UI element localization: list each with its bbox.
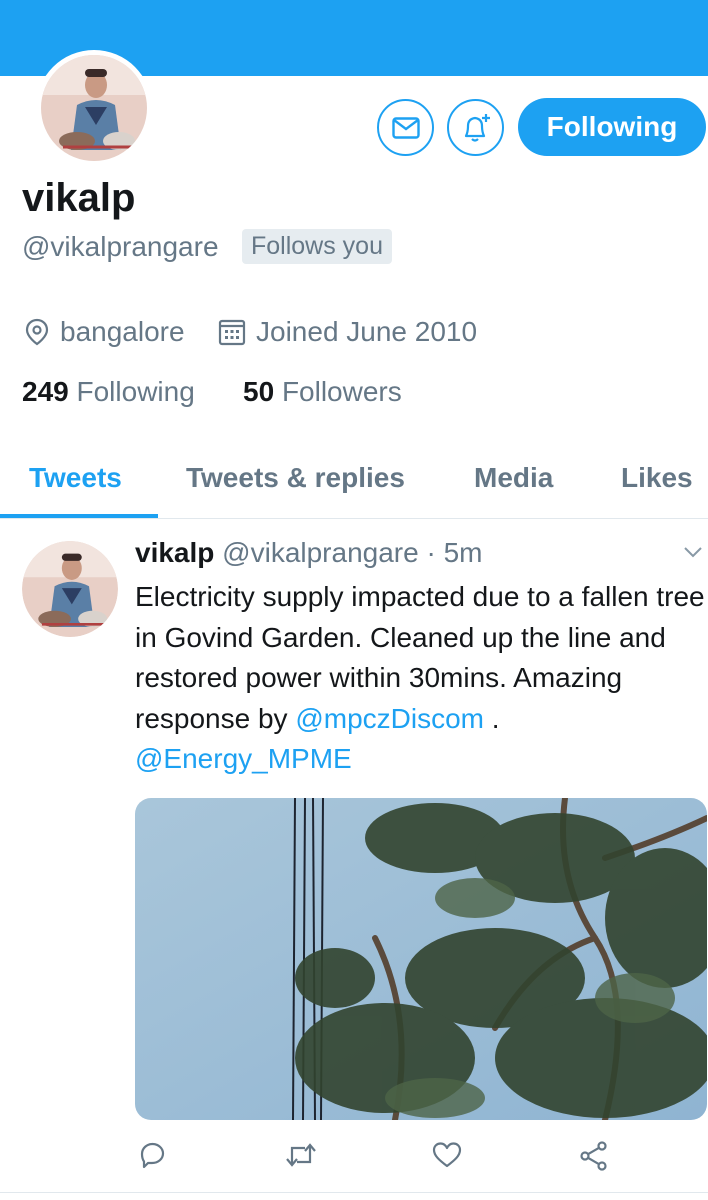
follows-you-badge: Follows you xyxy=(242,229,392,264)
following-stat[interactable]: 249 Following xyxy=(22,376,195,408)
reply-button[interactable] xyxy=(138,1141,166,1174)
tweet-more-button[interactable] xyxy=(683,545,703,564)
mention-link[interactable]: @mpczDiscom xyxy=(295,703,484,734)
tab-media[interactable]: Media xyxy=(474,462,553,494)
tab-tweets-replies[interactable]: Tweets & replies xyxy=(186,462,405,494)
tweet-author-handle[interactable]: @vikalprangare xyxy=(222,537,419,568)
heart-icon xyxy=(432,1142,462,1168)
tweet-media-image[interactable] xyxy=(135,798,707,1120)
tweet-text-separator: . xyxy=(484,702,500,734)
tweet-divider xyxy=(0,1192,708,1193)
message-button[interactable] xyxy=(377,99,434,156)
tabs-divider xyxy=(0,518,708,519)
tweet-separator: · xyxy=(426,537,436,568)
joined-label: Joined June 2010 xyxy=(256,316,478,347)
followers-stat[interactable]: 50 Followers xyxy=(243,376,402,408)
following-label: Following xyxy=(76,376,195,407)
share-button[interactable] xyxy=(580,1141,608,1176)
retweet-icon xyxy=(286,1143,316,1167)
profile-avatar[interactable] xyxy=(36,50,152,166)
bell-plus-icon xyxy=(464,113,490,142)
like-button[interactable] xyxy=(432,1141,462,1174)
profile-location: bangalore xyxy=(24,316,185,348)
map-pin-icon xyxy=(25,318,49,346)
location-label: bangalore xyxy=(60,316,185,347)
followers-count: 50 xyxy=(243,376,275,407)
following-count: 249 xyxy=(22,376,69,407)
following-button[interactable]: Following xyxy=(518,98,706,156)
reply-icon xyxy=(140,1142,165,1169)
share-icon xyxy=(580,1141,607,1171)
retweet-button[interactable] xyxy=(285,1141,317,1174)
chevron-down-icon xyxy=(684,547,702,558)
calendar-icon xyxy=(218,319,246,346)
notifications-button[interactable] xyxy=(447,99,504,156)
tweet-author-name[interactable]: vikalp xyxy=(135,537,214,568)
envelope-icon xyxy=(391,116,420,139)
tweet-timestamp: 5m xyxy=(443,537,483,568)
profile-name: vikalp xyxy=(22,176,136,220)
mention-link[interactable]: @Energy_MPME xyxy=(135,743,352,774)
tweet-header: vikalp @vikalprangare · 5m xyxy=(135,537,483,569)
profile-handle: @vikalprangare xyxy=(22,231,219,262)
followers-label: Followers xyxy=(281,376,402,407)
tweet-text: Electricity supply impacted due to a fal… xyxy=(135,577,708,780)
profile-joined: Joined June 2010 xyxy=(218,316,477,348)
tab-likes[interactable]: Likes xyxy=(621,462,693,494)
tab-tweets[interactable]: Tweets xyxy=(29,462,122,494)
tweet-avatar[interactable] xyxy=(22,541,118,637)
